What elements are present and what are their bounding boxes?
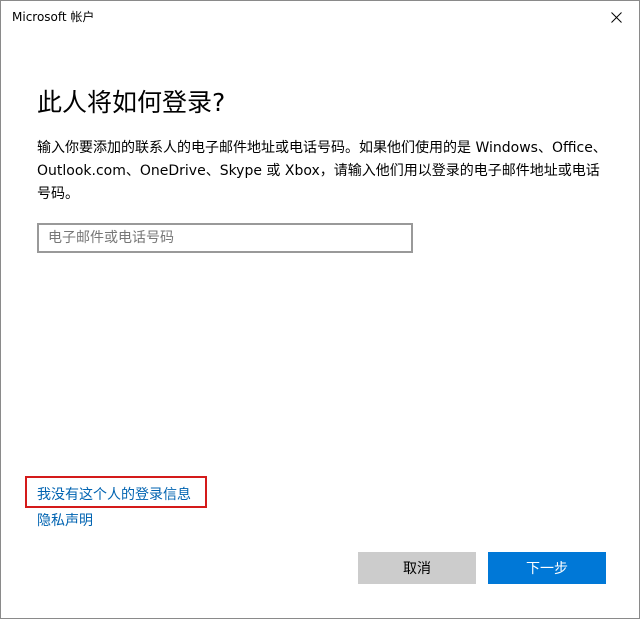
- title-bar[interactable]: Microsoft 帐户: [1, 1, 639, 33]
- privacy-statement-link[interactable]: 隐私声明: [37, 510, 93, 530]
- close-icon: [610, 11, 622, 23]
- description-text: 输入你要添加的联系人的电子邮件地址或电话号码。如果他们使用的是 Windows、…: [37, 140, 607, 202]
- cancel-button[interactable]: 取消: [358, 552, 476, 584]
- window-title: Microsoft 帐户: [12, 10, 95, 24]
- close-button[interactable]: [593, 1, 639, 33]
- page-title: 此人将如何登录?: [37, 88, 226, 117]
- next-button[interactable]: 下一步: [488, 552, 606, 584]
- dialog-window: Microsoft 帐户 此人将如何登录? 输入你要添加的联系人的电子邮件地址或…: [0, 0, 640, 619]
- no-signin-info-link[interactable]: 我没有这个人的登录信息: [37, 484, 191, 504]
- email-or-phone-input[interactable]: [37, 223, 413, 253]
